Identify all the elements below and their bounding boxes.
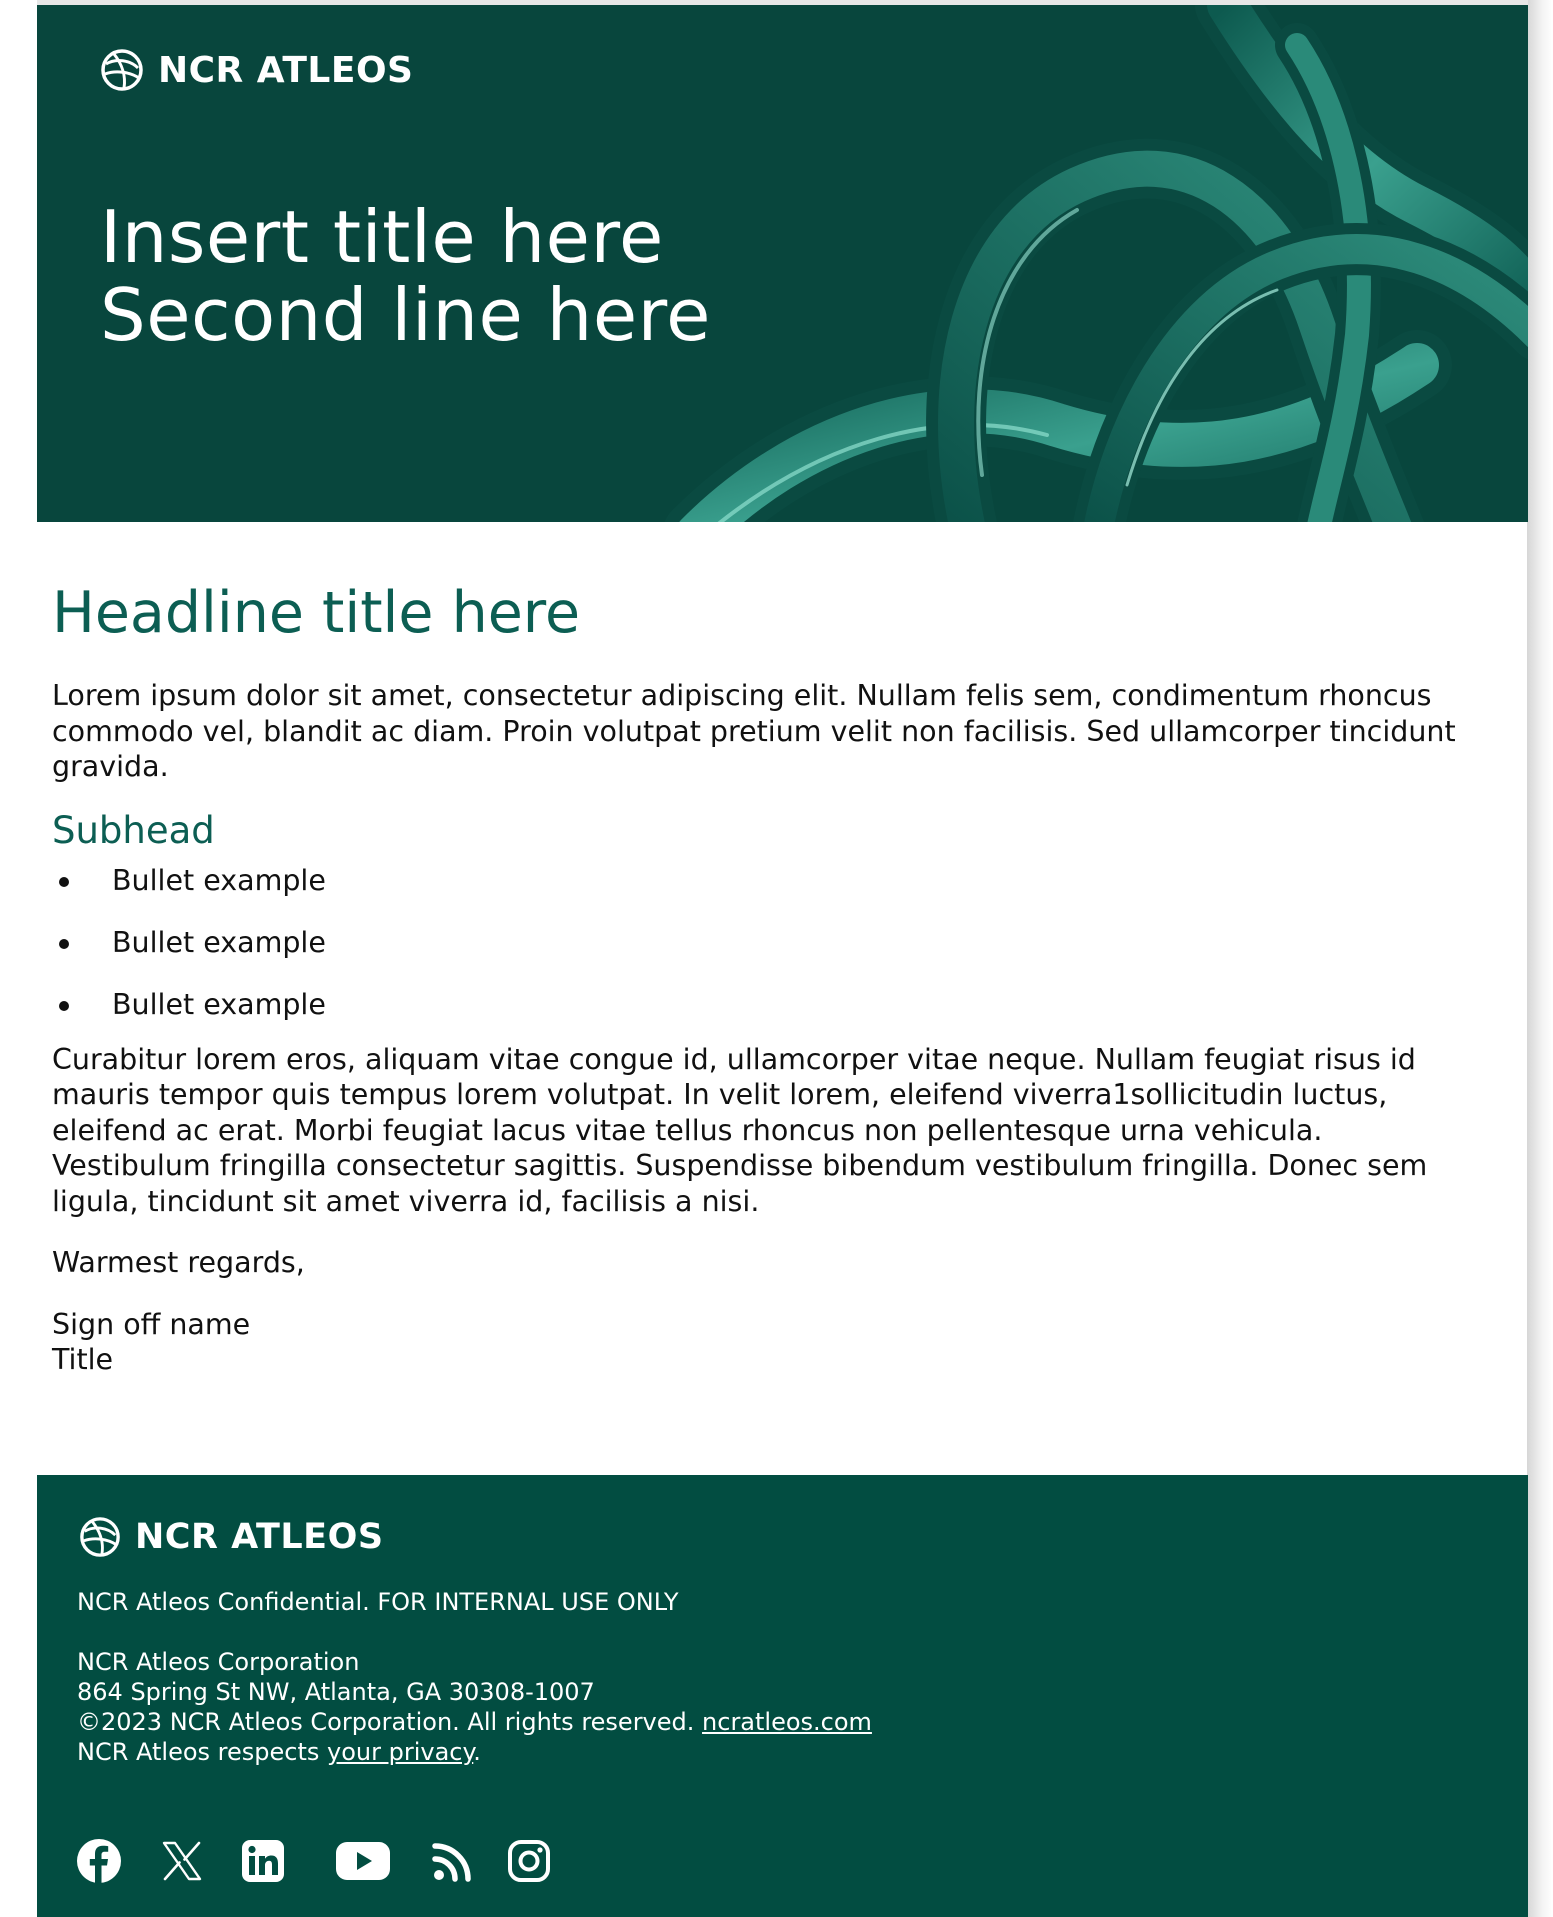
company-name: NCR Atleos Corporation (77, 1648, 360, 1676)
closing-regards: Warmest regards, (52, 1246, 305, 1279)
bullet-list: Bullet example Bullet example Bullet exa… (52, 863, 1472, 1022)
signoff-name: Sign off name (52, 1307, 251, 1341)
headline: Headline title here (52, 580, 581, 646)
company-address: 864 Spring St NW, Atlanta, GA 30308-1007 (77, 1678, 595, 1706)
signature-block: Sign off name Title (52, 1307, 1472, 1378)
confidential-notice: NCR Atleos Confidential. FOR INTERNAL US… (77, 1588, 679, 1616)
privacy-suffix: . (473, 1738, 481, 1766)
facebook-icon[interactable] (76, 1835, 122, 1887)
footer-logo: NCR ATLEOS (79, 1516, 384, 1558)
copyright-text: ©2023 NCR Atleos Corporation. All rights… (77, 1708, 695, 1736)
instagram-icon[interactable] (506, 1835, 552, 1887)
youtube-icon[interactable] (334, 1835, 392, 1887)
footer: NCR ATLEOS NCR Atleos Confidential. FOR … (37, 1475, 1528, 1917)
bullet-item: Bullet example (52, 925, 1472, 960)
bullet-item: Bullet example (52, 987, 1472, 1022)
bullet-dot-icon (59, 876, 69, 887)
linkedin-icon[interactable] (240, 1835, 286, 1887)
signoff-title: Title (52, 1343, 114, 1376)
copyright-line: ©2023 NCR Atleos Corporation. All rights… (77, 1707, 872, 1737)
subhead: Subhead (52, 808, 215, 852)
privacy-prefix: NCR Atleos respects (77, 1738, 320, 1766)
brand-name: NCR ATLEOS (158, 49, 414, 91)
privacy-line: NCR Atleos respects your privacy. (77, 1737, 481, 1767)
header-banner: NCR ATLEOS Insert title here Second line… (37, 5, 1528, 522)
bullet-text: Bullet example (112, 987, 326, 1021)
bullet-item: Bullet example (52, 863, 1472, 898)
banner-logo: NCR ATLEOS (100, 48, 414, 92)
x-icon[interactable] (159, 1835, 205, 1887)
banner-title-line2: Second line here (100, 273, 711, 357)
bullet-text: Bullet example (112, 925, 326, 959)
atleos-globe-icon (101, 49, 143, 91)
bullet-dot-icon (59, 1000, 69, 1011)
privacy-link[interactable]: your privacy (327, 1738, 473, 1766)
banner-title: Insert title here Second line here (100, 198, 711, 354)
footer-brand-name: NCR ATLEOS (135, 1517, 384, 1557)
intro-paragraph: Lorem ipsum dolor sit amet, consectetur … (52, 679, 1456, 783)
email-page: NCR ATLEOS Insert title here Second line… (0, 0, 1553, 1917)
website-link[interactable]: ncratleos.com (702, 1708, 872, 1736)
body-paragraph: Curabitur lorem eros, aliquam vitae cong… (52, 1042, 1428, 1218)
atleos-globe-icon (80, 1517, 120, 1557)
page-edge-shadow (1527, 0, 1553, 1917)
banner-title-line1: Insert title here (100, 195, 664, 279)
email-body: Headline title here Lorem ipsum dolor si… (52, 578, 1472, 1378)
rss-icon[interactable] (430, 1835, 476, 1887)
bullet-dot-icon (59, 938, 69, 949)
bullet-text: Bullet example (112, 863, 326, 897)
